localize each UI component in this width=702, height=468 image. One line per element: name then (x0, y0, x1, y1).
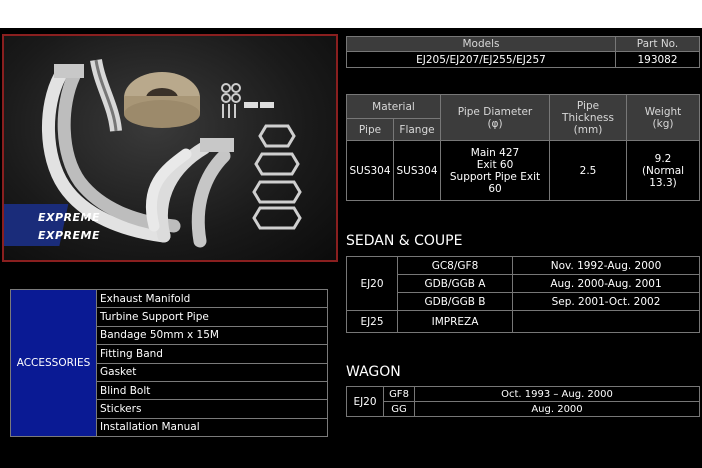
sedan-date-4 (512, 310, 700, 333)
logo-text-2: EXPREME (38, 229, 100, 242)
product-photo: EXPREME EXPREME (2, 34, 338, 262)
weight-main: 9.2 (654, 152, 672, 165)
weight-value: 9.2 (Normal 13.3) (626, 140, 700, 201)
exhaust-manifold-illustration: EXPREME EXPREME (4, 58, 302, 248)
thickness-header: Pipe Thickness (mm) (549, 94, 627, 141)
spec-table: Material Pipe Diameter (φ) Pipe Thicknes… (346, 94, 700, 201)
diameter-support-value: 60 (488, 182, 502, 195)
sedan-date-2: Aug. 2000-Aug. 2001 (512, 274, 700, 293)
diameter-exit: Exit 60 (476, 158, 514, 171)
accessory-item: Bandage 50mm x 15M (96, 325, 328, 346)
wagon-date-1: Oct. 1993 – Aug. 2000 (414, 386, 700, 402)
sedan-model-3: GDB/GGB B (397, 292, 513, 311)
sedan-date-3: Sep. 2001-Oct. 2002 (512, 292, 700, 311)
thickness-value: 2.5 (549, 140, 627, 201)
accessories-label: ACCESSORIES (10, 288, 97, 438)
models-value: EJ205/EJ207/EJ255/EJ257 (346, 51, 616, 68)
logo-text-1: EXPREME (38, 211, 100, 224)
accessory-item: Installation Manual (96, 417, 328, 438)
part-no-value: 193082 (615, 51, 700, 68)
weight-header-label: Weight (644, 105, 682, 118)
wagon-title: WAGON (346, 364, 401, 380)
diameter-unit: (φ) (487, 117, 503, 130)
weight-unit: (kg) (652, 117, 674, 130)
weight-header: Weight (kg) (626, 94, 700, 141)
sedan-model-4: IMPREZA (397, 310, 513, 333)
diameter-value: Main 427 Exit 60 Support Pipe Exit 60 (440, 140, 550, 201)
diameter-header: Pipe Diameter (φ) (440, 94, 550, 141)
models-table: Models Part No. EJ205/EJ207/EJ255/EJ257 … (346, 36, 700, 68)
part-no-header: Part No. (615, 36, 700, 52)
pipe-material: SUS304 (346, 140, 394, 201)
flange-header: Flange (393, 118, 441, 141)
accessory-item: Gasket (96, 362, 328, 382)
sedan-date-1: Nov. 1992-Aug. 2000 (512, 256, 700, 275)
accessory-item: Exhaust Manifold (96, 288, 328, 309)
accessory-item: Blind Bolt (96, 380, 328, 401)
sedan-table: EJ20 GC8/GF8 Nov. 1992-Aug. 2000 GDB/GGB… (346, 256, 700, 333)
wagon-model-2: GG (383, 401, 415, 417)
sedan-title: SEDAN & COUPE (346, 233, 463, 249)
diameter-main: Main 427 (470, 146, 520, 159)
wagon-engine: EJ20 (346, 386, 384, 417)
wagon-table: EJ20 GF8 Oct. 1993 – Aug. 2000 GG Aug. 2… (346, 386, 700, 417)
accessory-item: Fitting Band (96, 344, 328, 364)
weight-normal-label: (Normal (641, 164, 685, 177)
flange-material: SUS304 (393, 140, 441, 201)
thickness-header-label: Pipe Thickness (562, 99, 614, 124)
accessories-table: ACCESSORIES Exhaust Manifold Turbine Sup… (10, 288, 328, 438)
diameter-support: Support Pipe Exit (449, 170, 541, 183)
sedan-engine-ej20: EJ20 (346, 256, 398, 311)
weight-normal-value: 13.3) (649, 176, 677, 189)
diameter-header-label: Pipe Diameter (457, 105, 533, 118)
models-header: Models (346, 36, 616, 52)
wagon-date-2: Aug. 2000 (414, 401, 700, 417)
sedan-model-1: GC8/GF8 (397, 256, 513, 275)
thickness-unit: (mm) (573, 123, 603, 136)
material-header: Material (346, 94, 441, 119)
top-bar (0, 0, 702, 28)
wagon-model-1: GF8 (383, 386, 415, 402)
sedan-engine-ej25: EJ25 (346, 310, 398, 333)
accessory-item: Stickers (96, 399, 328, 419)
sedan-model-2: GDB/GGB A (397, 274, 513, 293)
accessory-item: Turbine Support Pipe (96, 307, 328, 327)
pipe-header: Pipe (346, 118, 394, 141)
